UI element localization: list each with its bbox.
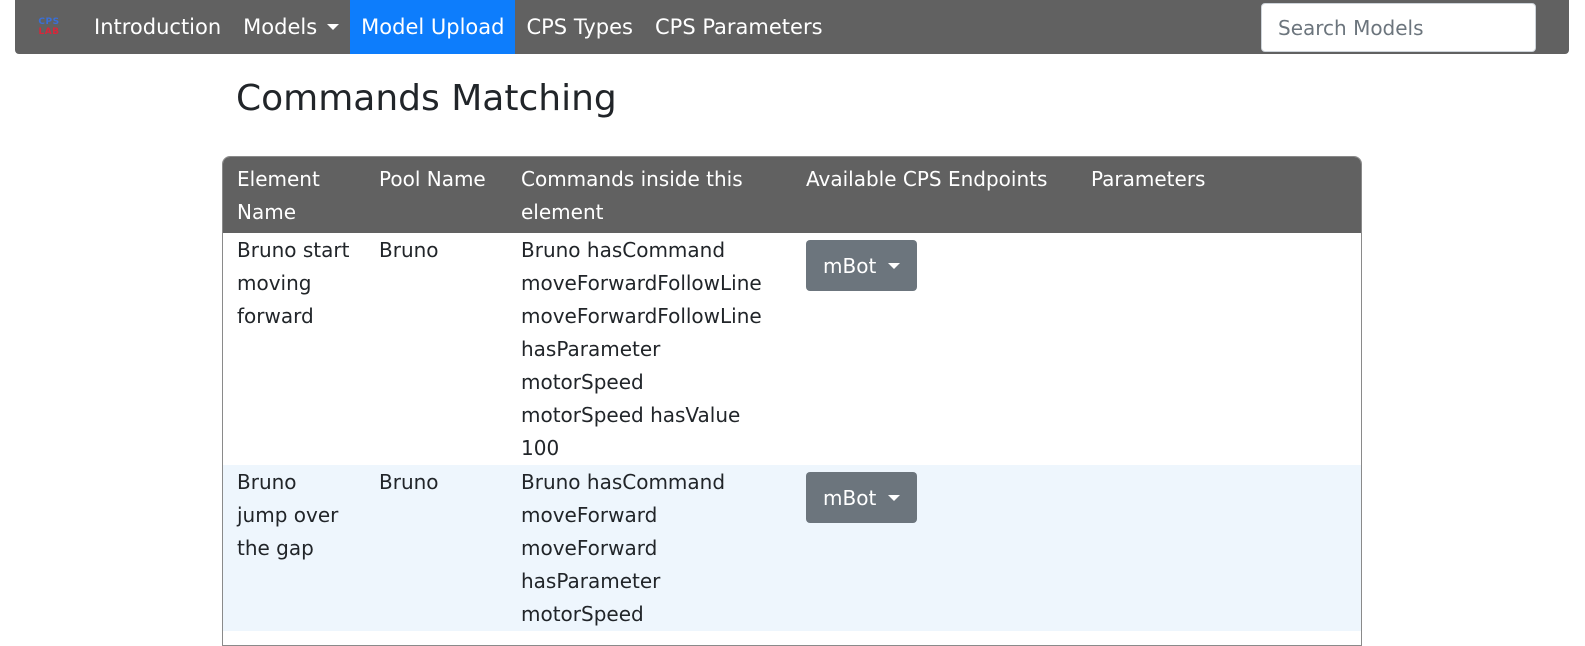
table-header-row: Element Name Pool Name Commands inside t… (223, 157, 1361, 233)
brand-logo[interactable]: CPS LAB (15, 0, 83, 54)
cell-endpoints: mBot (792, 465, 1077, 631)
cell-element-name: Bruno start moving forward (237, 238, 350, 328)
nav-item-models-dropdown[interactable]: Models (232, 0, 350, 54)
cell-parameters (1077, 233, 1361, 465)
header-parameters: Parameters (1077, 157, 1361, 233)
command-line: moveForwardFollowLine hasParameter motor… (521, 304, 762, 394)
search-models-input[interactable] (1261, 3, 1536, 52)
page-title: Commands Matching (236, 78, 617, 119)
table-row: Bruno start moving forward Bruno Bruno h… (223, 233, 1361, 465)
command-line: Bruno hasCommand moveForwardFollowLine (521, 238, 762, 295)
endpoint-dropdown-label: mBot (823, 253, 877, 278)
caret-down-icon (888, 262, 901, 269)
commands-matching-table: Element Name Pool Name Commands inside t… (222, 156, 1362, 646)
brand-logo-line1: CPS (38, 17, 60, 27)
command-line: Bruno hasCommand moveForward (521, 470, 726, 527)
nav-item-label: CPS Types (526, 15, 633, 39)
header-endpoints: Available CPS Endpoints (792, 157, 1077, 233)
table-row: Bruno jump over the gap Bruno Bruno hasC… (223, 465, 1361, 631)
nav-item-cps-parameters[interactable]: CPS Parameters (644, 0, 834, 54)
nav-menu: Introduction Models Model Upload CPS Typ… (83, 0, 834, 54)
endpoint-dropdown-label: mBot (823, 485, 877, 510)
endpoint-dropdown-button[interactable]: mBot (806, 472, 918, 523)
cell-pool-name: Bruno (365, 465, 507, 631)
nav-item-introduction[interactable]: Introduction (83, 0, 232, 54)
command-line: moveForward hasParameter motorSpeed (521, 536, 661, 626)
header-pool-name: Pool Name (365, 157, 507, 233)
command-line: motorSpeed hasValue 100 (521, 403, 741, 460)
nav-item-cps-types[interactable]: CPS Types (515, 0, 644, 54)
cell-commands: Bruno hasCommand moveForwardFollowLine m… (507, 233, 792, 465)
commands-table: Element Name Pool Name Commands inside t… (223, 157, 1361, 631)
nav-item-label: Model Upload (361, 15, 505, 39)
header-element-name: Element Name (223, 157, 365, 233)
caret-down-icon (327, 24, 340, 30)
caret-down-icon (888, 494, 901, 501)
cell-endpoints: mBot (792, 233, 1077, 465)
brand-logo-line2: LAB (38, 27, 60, 37)
cell-element-name: Bruno jump over the gap (223, 465, 365, 631)
nav-item-label: Introduction (94, 15, 222, 39)
nav-item-model-upload[interactable]: Model Upload (350, 0, 516, 54)
nav-item-label: Models (243, 15, 318, 39)
header-commands: Commands inside this element (507, 157, 792, 233)
cell-commands: Bruno hasCommand moveForward moveForward… (507, 465, 792, 631)
endpoint-dropdown-button[interactable]: mBot (806, 240, 918, 291)
cell-pool-name: Bruno (379, 238, 439, 262)
cell-parameters (1077, 465, 1361, 631)
nav-item-label: CPS Parameters (655, 15, 823, 39)
top-navbar: CPS LAB Introduction Models Model Upload… (15, 0, 1569, 54)
